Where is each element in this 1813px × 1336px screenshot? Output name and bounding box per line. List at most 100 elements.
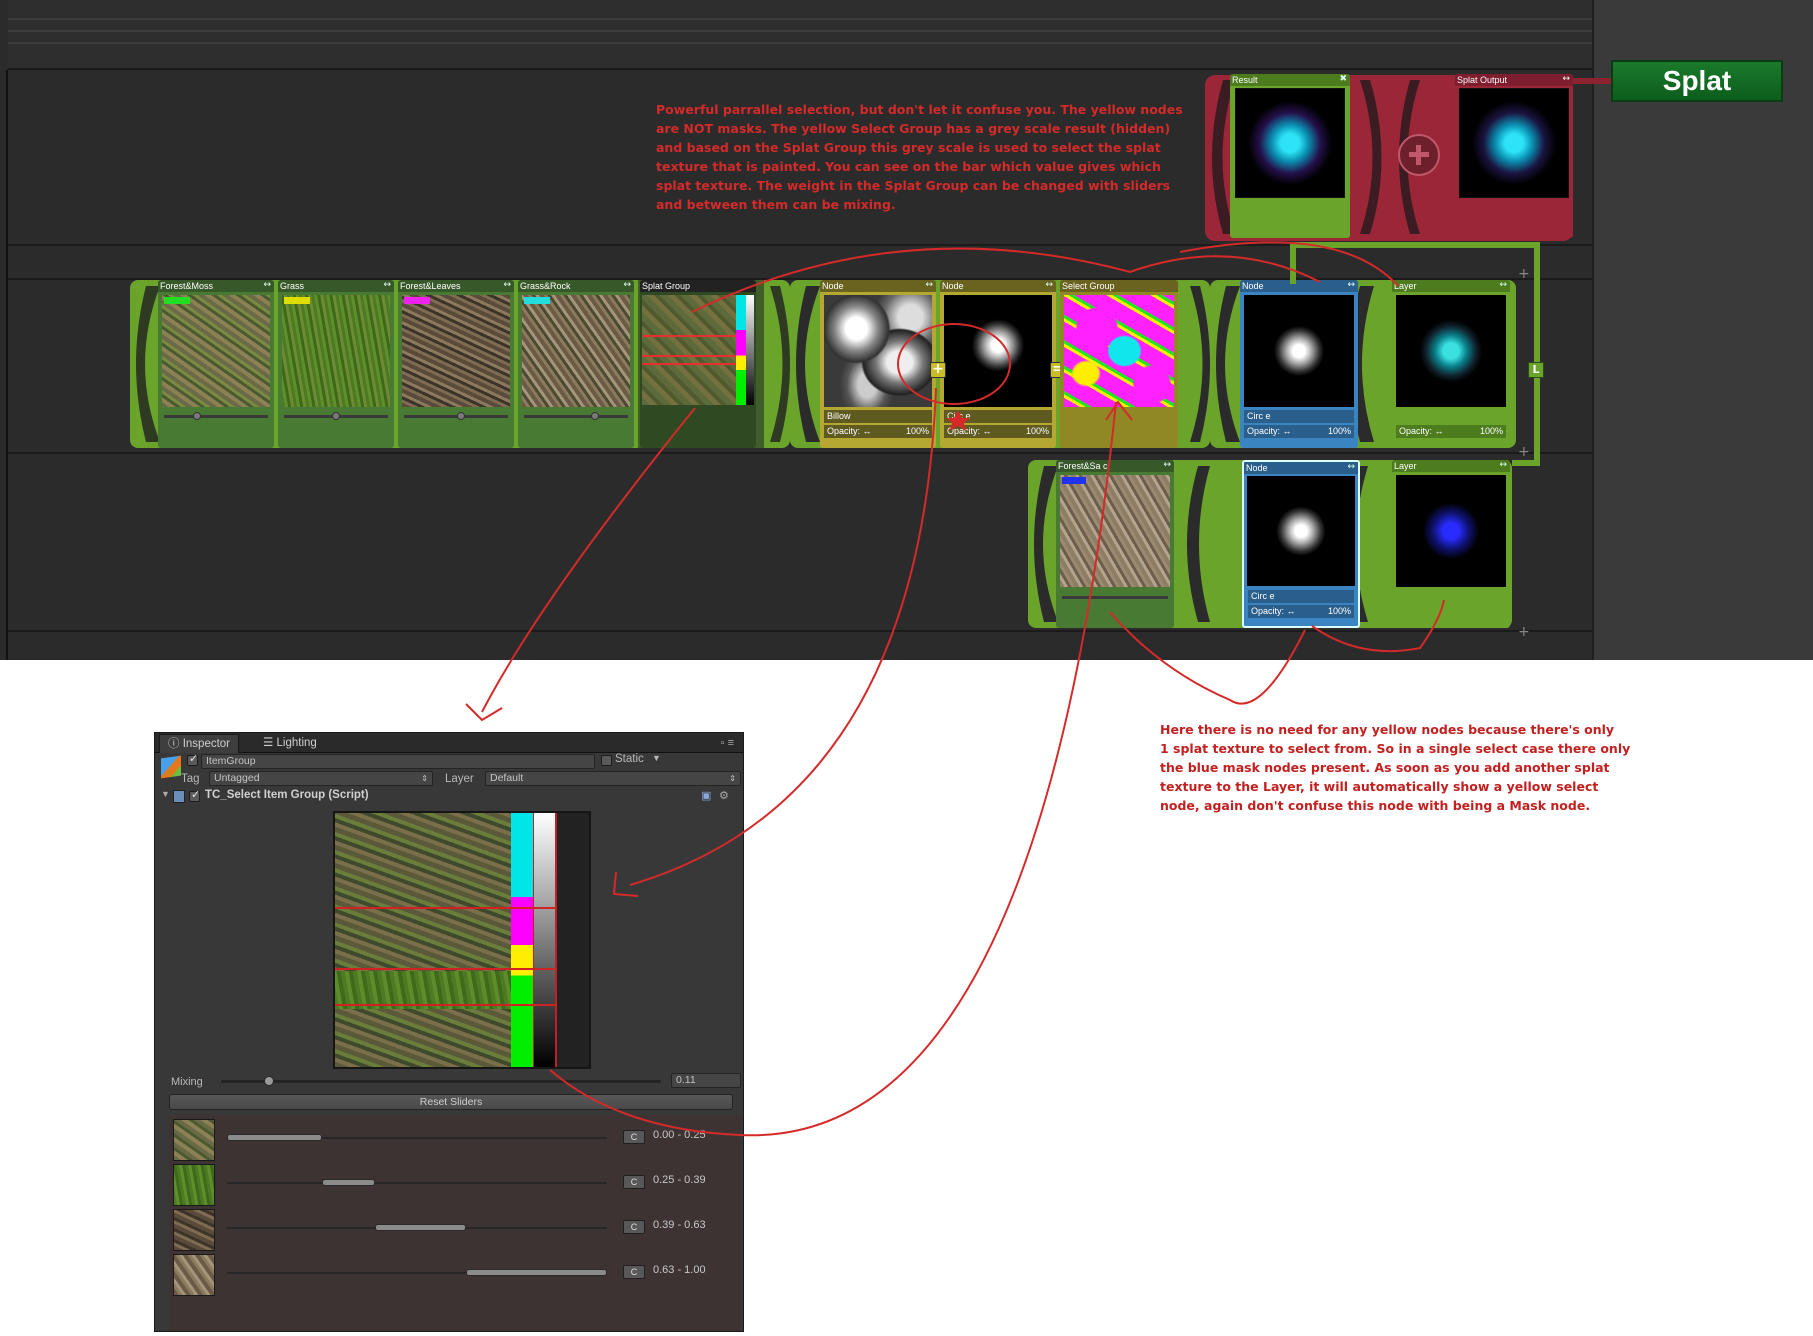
circle-opacity[interactable]: Opacity: ↔ 100% (944, 425, 1052, 438)
foldout-arrow-icon[interactable]: ▼ (161, 789, 170, 799)
tab-lighting[interactable]: ☰ Lighting (255, 734, 325, 753)
plus-icon[interactable] (1382, 108, 1460, 202)
weight-slider[interactable] (404, 415, 508, 418)
tab-lighting-label: Lighting (276, 737, 317, 749)
expand-arrows-icon[interactable]: ↔ (503, 280, 511, 290)
layer-value: Default (490, 772, 524, 784)
weight-slider-knob[interactable] (332, 412, 340, 420)
editor-left-edge (6, 70, 8, 660)
weight-slider-knob[interactable] (193, 412, 201, 420)
expand-arrows-icon[interactable]: ↔ (383, 280, 391, 290)
expand-arrows-icon[interactable]: ↔ (1347, 280, 1355, 290)
opacity-value: 100% (1327, 426, 1351, 436)
add-operator[interactable]: + (930, 362, 946, 378)
weight-slider[interactable] (164, 415, 268, 418)
mixing-slider[interactable] (221, 1080, 661, 1083)
sand-layer-node[interactable]: Layer ↔ (1392, 460, 1510, 628)
circle-node[interactable]: Node ↔ Circ e Opacity: ↔ 100% (940, 280, 1056, 448)
tab-inspector[interactable]: ⓘ Inspector (159, 734, 240, 753)
circle-mask-node[interactable]: Node ↔ Circ e Opacity: ↔ 100% (1240, 280, 1358, 448)
add-layer-icon[interactable]: + (1518, 444, 1530, 460)
active-checkbox[interactable]: ✓ (187, 753, 198, 766)
splat-item-node[interactable]: Grass&Rock ↔ (518, 280, 634, 448)
script-title: TC_Select Item Group (Script) (205, 789, 369, 801)
expand-arrows-icon[interactable]: ↔ (1347, 462, 1355, 472)
layer-connector (1534, 244, 1540, 466)
range-c-button[interactable]: C (623, 1265, 645, 1279)
annotation-top: Powerful parrallel selection, but don't … (656, 102, 1183, 212)
billow-node[interactable]: Node ↔ Billow Opacity: ↔ 100% (820, 280, 936, 448)
tag-dropdown[interactable]: Untagged ⇕ (209, 771, 433, 786)
opacity-label: Opacity: (1399, 426, 1433, 436)
splat-button[interactable]: Splat (1611, 60, 1783, 102)
add-layer-icon[interactable]: + (1518, 266, 1530, 282)
expand-arrows-icon[interactable]: ↔ (263, 280, 271, 290)
script-component-header[interactable]: ▼ ✓ TC_Select Item Group (Script) ▣ ⚙ (159, 789, 739, 807)
splat-output-node[interactable]: Splat Output ↔ (1455, 74, 1573, 238)
weight-slider[interactable] (524, 415, 628, 418)
weight-slider-knob[interactable] (457, 412, 465, 420)
layer-node[interactable]: Layer ↔ Opacity: ↔ 100% (1392, 280, 1510, 448)
layer-group-badge[interactable]: L (1528, 362, 1544, 378)
range-c-button[interactable]: C (623, 1175, 645, 1189)
layer-dropdown[interactable]: Default ⇕ (485, 771, 741, 786)
select-group-node[interactable]: Select Group (1060, 280, 1178, 448)
range-c-button[interactable]: C (623, 1130, 645, 1144)
billow-opacity[interactable]: Opacity: ↔ 100% (824, 425, 932, 438)
panel-menu-icon[interactable]: ▫≡ (721, 737, 737, 749)
splat-group-node[interactable]: Splat Group (640, 280, 756, 448)
opacity-label: Opacity: (947, 426, 981, 436)
splat-item-node[interactable]: Forest&Leaves ↔ (398, 280, 514, 448)
mixing-slider-knob[interactable] (264, 1076, 275, 1086)
node-editor-canvas[interactable]: Splat Result ✖ Splat Output ↔ Forest&Mos… (0, 0, 1813, 660)
mixing-label: Mixing (171, 1076, 203, 1088)
layer-opacity[interactable]: Opacity: ↔ 100% (1396, 425, 1506, 438)
range-text: 0.25 - 0.39 (653, 1174, 706, 1186)
script-enabled-checkbox[interactable]: ✓ (189, 789, 200, 802)
object-name-field[interactable]: ItemGroup (201, 754, 595, 769)
static-checkbox[interactable] (601, 755, 612, 766)
result-node[interactable]: Result ✖ (1230, 74, 1350, 238)
expand-arrows-icon[interactable]: ↔ (1499, 280, 1507, 290)
help-icon[interactable]: ▣ (701, 789, 711, 802)
expand-arrows-icon[interactable]: ↔ (1562, 74, 1570, 84)
weight-slider[interactable] (1062, 596, 1168, 599)
sand-mask-node[interactable]: Node ↔ Circ e Opacity: ↔ 100% (1242, 460, 1360, 628)
selection-divider (335, 907, 557, 909)
swatch-color (284, 297, 310, 304)
range-c-button[interactable]: C (623, 1220, 645, 1234)
x-icon[interactable]: ✖ (1339, 74, 1347, 84)
weight-slider-knob[interactable] (591, 412, 599, 420)
sand-mask-opacity[interactable]: Opacity: ↔ 100% (1248, 605, 1354, 618)
expand-arrows-icon[interactable]: ↔ (1499, 460, 1507, 470)
inspector-panel[interactable]: ⓘ Inspector ☰ Lighting ▫≡ ✓ ItemGroup St… (154, 732, 744, 1332)
selection-divider (335, 1004, 557, 1006)
circle-preview (944, 295, 1052, 407)
reset-sliders-button[interactable]: Reset Sliders (169, 1094, 733, 1110)
splat-range-sliders: C 0.00 - 0.25 C 0.25 - 0.39 C 0.39 - 0.6… (169, 1115, 741, 1331)
forest-sand-node[interactable]: Forest&Sa c ↔ (1056, 460, 1174, 628)
range-slider-track[interactable] (227, 1182, 607, 1184)
expand-arrows-icon[interactable]: ↔ (623, 280, 631, 290)
range-slider-handle[interactable] (227, 1134, 322, 1141)
splat-item-node[interactable]: Forest&Moss ↔ (158, 280, 274, 448)
mixing-value-field[interactable]: 0.11 (671, 1073, 741, 1088)
mask-opacity[interactable]: Opacity: ↔ 100% (1244, 425, 1354, 438)
expand-arrows-icon[interactable]: ↔ (1163, 460, 1171, 470)
add-node-slot[interactable] (1382, 108, 1460, 202)
add-layer-icon[interactable]: + (1518, 624, 1530, 640)
range-slider-handle[interactable] (322, 1179, 376, 1186)
layer-label: Layer (445, 773, 474, 785)
layer-title: Layer (1394, 281, 1417, 291)
chevron-down-icon[interactable]: ▼ (652, 753, 661, 763)
expand-arrows-icon[interactable]: ↔ (1045, 280, 1053, 290)
splat-item-preview (282, 295, 390, 407)
range-slider-handle[interactable] (466, 1269, 607, 1276)
splat-item-node[interactable]: Grass ↔ (278, 280, 394, 448)
range-text: 0.39 - 0.63 (653, 1219, 706, 1231)
mask-subtitle: Circ e (1244, 410, 1354, 423)
expand-arrows-icon[interactable]: ↔ (925, 280, 933, 290)
splat-preview-texture (335, 813, 511, 1067)
gear-icon[interactable]: ⚙ (719, 789, 729, 802)
range-slider-handle[interactable] (375, 1224, 467, 1231)
